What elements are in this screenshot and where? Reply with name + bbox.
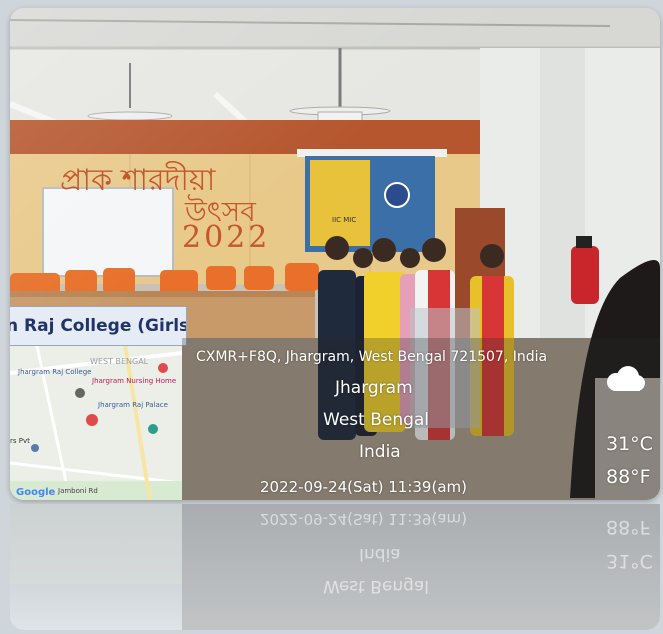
map-place-2: Jhargram Nursing Home [92,377,177,385]
photo-card: প্রাক শারদীয়া উৎসব 2022 IIC MIC WEST BE… [10,8,660,500]
map-pin-icon [148,424,158,434]
temperature-fahrenheit: 88°F [606,466,651,488]
cloud-icon [602,366,646,392]
photo-reflection: 2022-09-24(Sat) 11:39(am) India West Ben… [10,504,660,630]
map-state-label: WEST BENGAL [90,357,149,366]
plus-code-address: CXMR+F8Q, Jhargram, West Bengal 721507, … [196,349,548,365]
map-place-3: Jhargram Raj Palace [98,401,168,409]
college-banner: n Raj College (Girls Wing) [10,306,187,346]
stamp-city: Jhargram [335,378,413,398]
stamp-state: West Bengal [323,410,430,430]
map-partial-label: rs Pvt [10,437,30,445]
map-pin-icon [86,414,98,426]
map-pin-icon [31,444,39,452]
wall-lettering-3: 2022 [182,220,271,255]
stamp-country: India [359,442,401,462]
temperature-celsius: 31°C [606,433,653,455]
map-road-label: Jamboni Rd [58,487,98,495]
map-place-1: Jhargram Raj College [18,368,92,376]
projector-title: IIC MIC [332,216,357,224]
map-pin-icon [158,363,168,373]
college-banner-text: n Raj College (Girls Wing) [10,316,187,336]
google-logo: Google [16,487,56,498]
stamp-datetime: 2022-09-24(Sat) 11:39(am) [260,478,467,496]
map-pin-icon [75,388,85,398]
